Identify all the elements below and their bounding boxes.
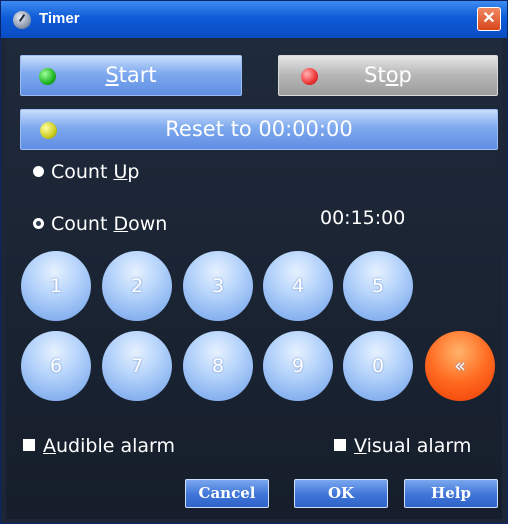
cancel-button[interactable]: Cancel [185, 479, 269, 508]
count-up-label: Count Up [51, 161, 140, 183]
count-down-radio[interactable]: Count Down [33, 213, 167, 235]
stopwatch-icon [13, 11, 31, 29]
count-down-label: Count Down [51, 213, 168, 235]
visual-alarm-label: Visual alarm [354, 435, 472, 457]
backspace-button[interactable]: « [425, 331, 495, 401]
time-display: 00:15:00 [320, 207, 406, 229]
start-label: Start [105, 63, 157, 87]
audible-alarm-box [23, 439, 35, 451]
count-up-radio[interactable]: Count Up [33, 161, 139, 183]
green-light-icon [39, 68, 56, 85]
audible-alarm-checkbox[interactable]: Audible alarm [23, 435, 175, 457]
help-button[interactable]: Help [404, 479, 498, 508]
reset-label: Reset to 00:00:00 [165, 117, 353, 141]
count-down-radio-dot [33, 218, 44, 229]
reset-button[interactable]: Reset to 00:00:00 [20, 109, 498, 150]
count-up-radio-dot [33, 166, 44, 177]
key-7[interactable]: 7 [102, 331, 172, 401]
key-8[interactable]: 8 [183, 331, 253, 401]
visual-alarm-box [334, 439, 346, 451]
visual-alarm-checkbox[interactable]: Visual alarm [334, 435, 471, 457]
key-3[interactable]: 3 [183, 251, 253, 321]
key-0[interactable]: 0 [343, 331, 413, 401]
title-bar[interactable]: Timer ✕ [1, 1, 507, 38]
stop-button[interactable]: Stop [278, 55, 498, 96]
key-2[interactable]: 2 [102, 251, 172, 321]
close-button[interactable]: ✕ [477, 7, 501, 31]
stop-label: Stop [364, 63, 412, 87]
key-9[interactable]: 9 [263, 331, 333, 401]
ok-button[interactable]: OK [294, 479, 388, 508]
timer-panel: Start Stop Reset to 00:00:00 Count Up Co… [6, 39, 502, 519]
key-4[interactable]: 4 [263, 251, 333, 321]
key-1[interactable]: 1 [21, 251, 91, 321]
window-title: Timer [39, 10, 80, 27]
key-5[interactable]: 5 [343, 251, 413, 321]
audible-alarm-label: Audible alarm [43, 435, 176, 457]
red-light-icon [301, 68, 318, 85]
key-6[interactable]: 6 [21, 331, 91, 401]
start-button[interactable]: Start [20, 55, 242, 96]
timer-window: Timer ✕ Start Stop Reset to 00:00:00 Cou… [0, 0, 508, 524]
yellow-light-icon [40, 122, 57, 139]
